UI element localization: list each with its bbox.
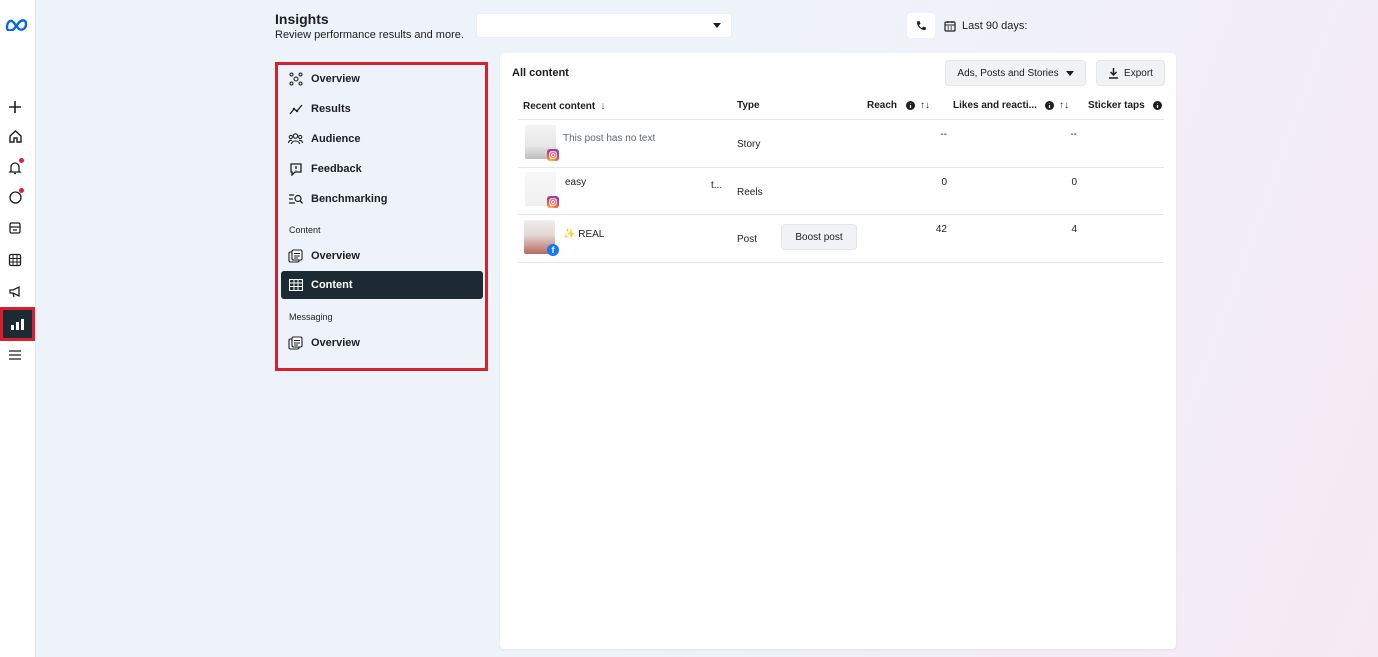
nav-item-label: Overview <box>311 336 360 349</box>
content-grid-icon <box>288 278 303 293</box>
nav-item-feedback[interactable]: Feedback <box>281 155 483 182</box>
divider <box>518 214 1164 215</box>
table-icon[interactable] <box>4 249 26 271</box>
reach-value: 42 <box>935 224 947 235</box>
divider <box>518 119 1164 120</box>
nav-item-content[interactable]: Content <box>281 271 483 299</box>
nav-item-results[interactable]: Results <box>281 95 483 122</box>
messages-icon[interactable] <box>4 186 26 208</box>
reach-value: 0 <box>941 177 947 188</box>
message-dot <box>19 188 24 193</box>
nav-item-label: Audience <box>311 132 361 145</box>
menu-icon[interactable] <box>4 344 26 366</box>
notifications-icon[interactable] <box>4 156 26 178</box>
column-header-label: Likes and reacti... <box>953 100 1037 111</box>
likes-value: -- <box>1070 129 1077 140</box>
pages-icon[interactable] <box>4 217 26 239</box>
instagram-icon <box>547 149 559 161</box>
chevron-down-icon <box>713 23 721 28</box>
home-icon[interactable] <box>4 125 26 147</box>
instagram-icon <box>547 196 559 208</box>
info-icon[interactable] <box>1152 101 1162 110</box>
benchmarking-icon <box>288 191 303 206</box>
nav-item-audience[interactable]: Audience <box>281 125 483 152</box>
post-text: easy <box>565 177 587 188</box>
insights-icon[interactable] <box>3 310 32 338</box>
post-text-truncated: t... <box>711 180 723 191</box>
date-range-picker[interactable]: Last 90 days: <box>944 13 1027 38</box>
column-header-label: Reach <box>867 100 898 111</box>
nav-item-content-overview[interactable]: Overview <box>281 242 483 269</box>
export-label: Export <box>1124 67 1153 79</box>
post-type: Reels <box>737 187 763 198</box>
notification-dot <box>19 158 24 163</box>
post-text: ✨ REAL <box>563 229 605 240</box>
nav-item-overview[interactable]: Overview <box>281 65 483 92</box>
nav-item-benchmarking[interactable]: Benchmarking <box>281 185 483 212</box>
date-range-label: Last 90 days: <box>962 19 1028 32</box>
post-text: This post has no text <box>563 133 656 144</box>
sort-toggle-icon[interactable]: ↑↓ <box>1059 100 1069 111</box>
boost-post-button[interactable]: Boost post <box>781 224 857 250</box>
plus-icon[interactable] <box>4 96 26 118</box>
sort-arrow-icon[interactable]: ↓ <box>600 100 606 112</box>
content-type-filter[interactable]: Ads, Posts and Stories <box>945 60 1086 86</box>
nav-item-label: Content <box>311 279 353 291</box>
column-header-likes[interactable]: Likes and reacti... ↑↓ <box>953 100 1069 111</box>
all-content-panel: All content Ads, Posts and Stories Expor… <box>500 53 1176 649</box>
nav-item-label: Benchmarking <box>311 192 388 205</box>
column-header-recent-content[interactable]: Recent content ↓ <box>523 100 606 112</box>
chevron-down-icon <box>1065 70 1074 76</box>
column-header-label: Recent content <box>523 100 596 112</box>
filter-label: Ads, Posts and Stories <box>957 67 1059 79</box>
account-select[interactable] <box>476 13 732 38</box>
export-button[interactable]: Export <box>1096 60 1165 86</box>
page-title: Insights <box>275 11 329 27</box>
panel-title: All content <box>512 67 569 79</box>
content-overview-icon <box>288 248 303 263</box>
divider <box>518 167 1164 168</box>
column-header-sticker-taps[interactable]: Sticker taps <box>1088 100 1162 111</box>
feedback-icon <box>288 161 303 176</box>
column-header-label: Sticker taps <box>1088 100 1145 111</box>
left-rail <box>0 0 36 657</box>
nav-item-label: Feedback <box>311 162 362 175</box>
phone-button[interactable] <box>907 13 935 38</box>
post-type: Story <box>737 139 761 150</box>
messaging-overview-icon <box>288 335 303 350</box>
nav-item-label: Results <box>311 102 351 115</box>
nav-item-label: Overview <box>311 72 360 85</box>
calendar-icon <box>944 20 956 32</box>
meta-logo-icon[interactable] <box>3 13 31 35</box>
overview-icon <box>288 71 303 86</box>
phone-icon <box>916 20 926 30</box>
divider <box>518 262 1164 263</box>
audience-icon <box>288 131 303 146</box>
nav-section-messaging: Messaging <box>289 312 333 322</box>
post-type: Post <box>737 234 758 245</box>
column-header-label: Type <box>737 100 760 111</box>
sort-toggle-icon[interactable]: ↑↓ <box>920 100 930 111</box>
info-icon[interactable] <box>1044 101 1054 110</box>
likes-value: 0 <box>1071 177 1077 188</box>
likes-value: 4 <box>1071 224 1077 235</box>
nav-item-messaging-overview[interactable]: Overview <box>281 329 483 356</box>
nav-item-label: Overview <box>311 249 360 262</box>
info-icon[interactable] <box>906 101 916 110</box>
page-subtitle: Review performance results and more. <box>275 29 464 41</box>
nav-section-content: Content <box>289 225 321 235</box>
column-header-type: Type <box>737 100 760 111</box>
megaphone-icon[interactable] <box>4 281 26 303</box>
column-header-reach[interactable]: Reach ↑↓ <box>867 100 930 111</box>
results-icon <box>288 101 303 116</box>
facebook-icon: f <box>547 244 559 256</box>
download-icon <box>1109 68 1119 79</box>
reach-value: -- <box>940 129 947 140</box>
